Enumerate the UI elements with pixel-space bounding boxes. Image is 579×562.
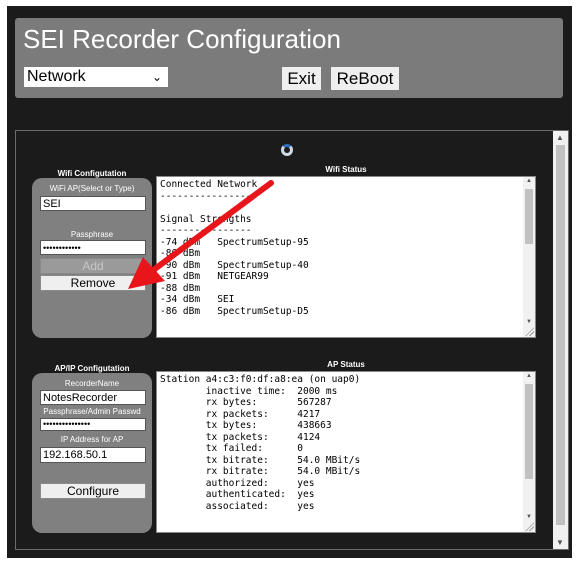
ap-config-panel: RecorderName NotesRecorder Passphrase/Ad…	[32, 373, 152, 533]
scroll-up-icon[interactable]: ▲	[556, 133, 564, 142]
wifi-status-title: Wifi Status	[325, 165, 367, 174]
wifi-config-panel: WiFi AP(Select or Type) SEI Passphrase •…	[32, 178, 152, 338]
scroll-up-icon[interactable]: ▲	[526, 373, 532, 379]
wifi-ap-label: WiFi AP(Select or Type)	[49, 184, 135, 193]
ap-status-title: AP Status	[327, 360, 365, 369]
wifi-status-scrollbar[interactable]: ▲ ▼	[523, 177, 535, 337]
scroll-up-icon[interactable]: ▲	[526, 178, 532, 184]
section-select[interactable]: Network ⌄	[23, 66, 169, 88]
page-title: SEI Recorder Configuration	[23, 24, 341, 54]
wifi-status-text: Connected Network ----------------- Sign…	[160, 179, 309, 317]
ap-section-title: AP/IP Configutation	[54, 364, 130, 373]
page-scroll-thumb[interactable]	[556, 145, 565, 525]
scroll-thumb[interactable]	[525, 384, 533, 479]
remove-button[interactable]: Remove	[40, 275, 146, 291]
section-select-value: Network	[27, 68, 86, 85]
scroll-down-icon[interactable]: ▼	[526, 514, 532, 520]
loading-spinner-icon	[281, 144, 293, 156]
resize-grip-icon[interactable]	[525, 522, 534, 531]
wifi-status-textarea[interactable]: Connected Network ----------------- Sign…	[156, 176, 536, 338]
recorder-name-label: RecorderName	[64, 379, 120, 388]
scroll-down-icon[interactable]: ▼	[556, 538, 564, 547]
chevron-down-icon: ⌄	[151, 70, 162, 84]
admin-pass-label: Passphrase/Admin Passwd	[43, 407, 141, 416]
wifi-ap-input[interactable]: SEI	[40, 196, 146, 211]
config-frame: Wifi Configutation Wifi Status WiFi AP(S…	[15, 130, 569, 550]
configure-button[interactable]: Configure	[40, 483, 146, 499]
ap-status-scrollbar[interactable]: ▲ ▼	[523, 372, 535, 532]
passphrase-label: Passphrase	[70, 230, 114, 239]
recorder-name-input[interactable]: NotesRecorder	[40, 390, 146, 405]
add-button[interactable]: Add	[40, 258, 146, 274]
reboot-button[interactable]: ReBoot	[330, 66, 400, 91]
wifi-section-title: Wifi Configutation	[57, 169, 127, 178]
scroll-thumb[interactable]	[525, 189, 533, 244]
admin-pass-input[interactable]: •••••••••••••••	[40, 418, 146, 431]
ip-address-input[interactable]: 192.168.50.1	[40, 447, 146, 463]
page-scrollbar[interactable]: ▲ ▼	[553, 131, 568, 549]
passphrase-input[interactable]: ••••••••••••	[40, 240, 146, 255]
resize-grip-icon[interactable]	[525, 327, 534, 336]
ip-address-label: IP Address for AP	[60, 435, 124, 444]
header-bar: SEI Recorder Configuration Network ⌄ Exi…	[15, 18, 563, 98]
exit-button[interactable]: Exit	[281, 66, 322, 91]
scroll-down-icon[interactable]: ▼	[526, 319, 532, 325]
ap-status-text: Station a4:c3:f0:df:a8:ea (on uap0) inac…	[160, 374, 361, 512]
ap-status-textarea[interactable]: Station a4:c3:f0:df:a8:ea (on uap0) inac…	[156, 371, 536, 533]
